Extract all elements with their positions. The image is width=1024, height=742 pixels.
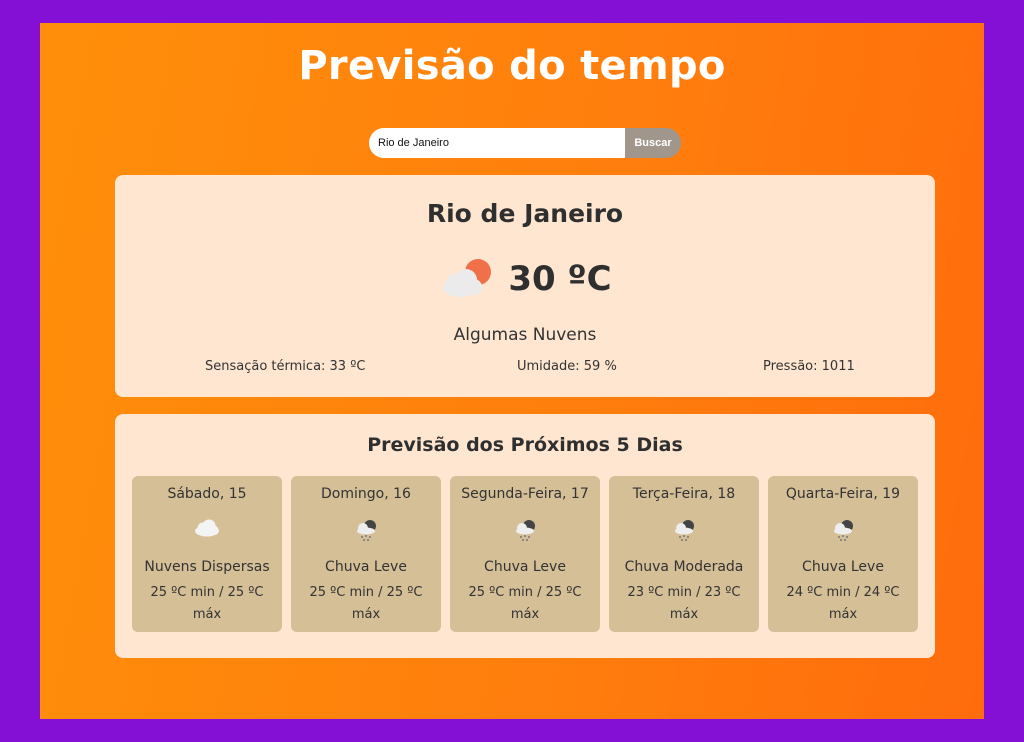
rain-icon <box>450 516 600 542</box>
rain-icon <box>291 516 441 542</box>
forecast-day: Sábado, 15 Nuvens Dispersas 25 ºC min / … <box>132 476 282 632</box>
feels-like: Sensação térmica: 33 ºC <box>205 359 366 374</box>
day-description: Chuva Leve <box>325 559 407 575</box>
day-name: Domingo, 16 <box>321 486 411 502</box>
forecast-day: Segunda-Feira, 17 Chuva Leve 25 ºC min /… <box>450 476 600 632</box>
pressure: Pressão: 1011 <box>763 359 855 374</box>
day-temperatures: 25 ºC min / 25 ºC máx <box>309 585 423 622</box>
search-button[interactable]: Buscar <box>625 128 681 158</box>
search-bar: Buscar <box>369 128 681 158</box>
city-search-input[interactable] <box>369 128 625 158</box>
day-name: Segunda-Feira, 17 <box>461 486 589 502</box>
day-description: Chuva Moderada <box>624 559 744 575</box>
forecast-day: Quarta-Feira, 19 Chuva Leve 24 ºC min / … <box>768 476 918 632</box>
forecast-day: Terça-Feira, 18 Chuva Moderada 23 ºC min… <box>609 476 759 632</box>
day-description: Chuva Leve <box>802 559 884 575</box>
forecast-day: Domingo, 16 Chuva Leve 25 ºC min / 25 ºC… <box>291 476 441 632</box>
humidity: Umidade: 59 % <box>517 359 617 374</box>
day-temperatures: 24 ºC min / 24 ºC máx <box>786 585 900 622</box>
day-temperatures: 25 ºC min / 25 ºC máx <box>468 585 582 622</box>
rain-icon <box>768 516 918 542</box>
day-temperatures: 25 ºC min / 25 ºC máx <box>150 585 264 622</box>
day-name: Quarta-Feira, 19 <box>785 486 901 502</box>
forecast-days: Sábado, 15 Nuvens Dispersas 25 ºC min / … <box>132 476 918 632</box>
day-description: Chuva Leve <box>484 559 566 575</box>
day-description: Nuvens Dispersas <box>144 559 270 575</box>
day-name: Terça-Feira, 18 <box>632 486 736 502</box>
forecast-title: Previsão dos Próximos 5 Dias <box>367 434 683 456</box>
few-clouds-icon <box>438 255 498 303</box>
current-temperature: 30 ºC <box>508 259 612 299</box>
page-title: Previsão do tempo <box>298 43 726 89</box>
weather-app: Previsão do tempo Buscar Rio de Janeiro … <box>40 23 984 719</box>
day-temperatures: 23 ºC min / 23 ºC máx <box>627 585 741 622</box>
scattered-clouds-icon <box>132 516 282 538</box>
current-weather-card: Rio de Janeiro 30 ºC Algumas Nuvens Sens… <box>115 175 935 397</box>
weather-description: Algumas Nuvens <box>453 325 597 345</box>
temperature-row: 30 ºC <box>115 255 935 303</box>
rain-icon <box>609 516 759 542</box>
forecast-card: Previsão dos Próximos 5 Dias Sábado, 15 … <box>115 414 935 658</box>
day-name: Sábado, 15 <box>167 486 247 502</box>
city-name: Rio de Janeiro <box>426 199 624 228</box>
